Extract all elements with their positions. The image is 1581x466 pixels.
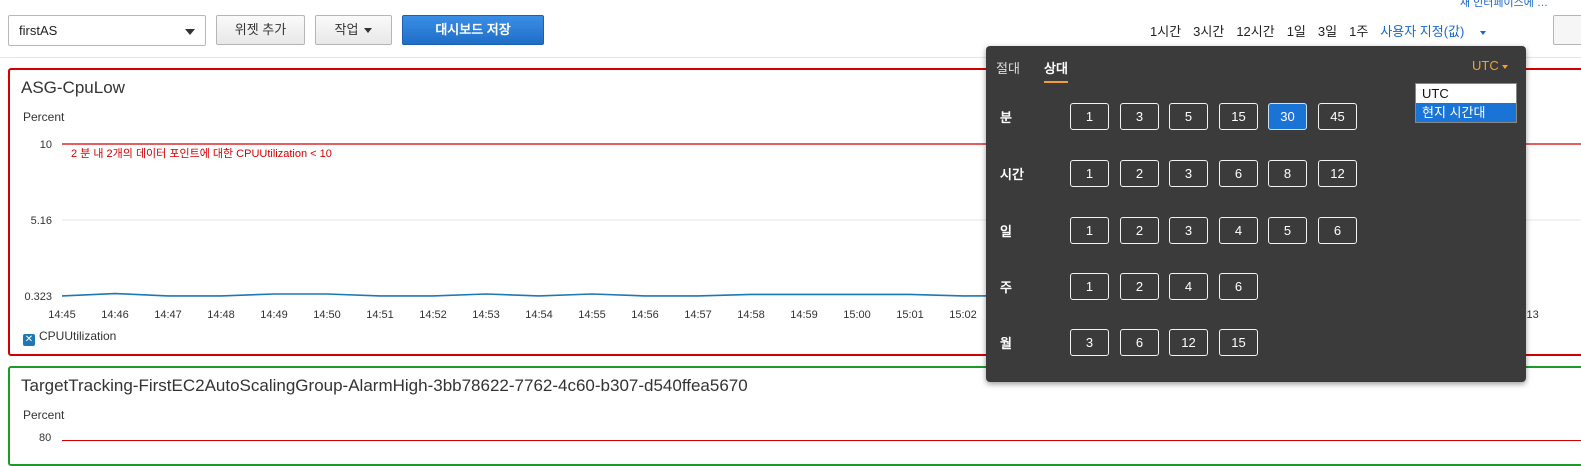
tab-relative[interactable]: 상대 bbox=[1044, 58, 1068, 83]
row-label: 월 bbox=[1000, 336, 1012, 351]
y-tick-label: 80 bbox=[39, 432, 52, 444]
option-button[interactable]: 6 bbox=[1219, 160, 1258, 187]
dashboard-select[interactable]: firstAS bbox=[8, 15, 206, 46]
row-label: 분 bbox=[1000, 110, 1012, 125]
y-tick-label: 5.16 bbox=[31, 215, 52, 227]
y-tick-label: 0.323 bbox=[24, 291, 52, 303]
x-tick-label: 14:47 bbox=[154, 309, 182, 321]
caret-down-icon bbox=[1501, 64, 1508, 69]
custom-range-link[interactable]: 사용자 지정(값) bbox=[1380, 24, 1498, 39]
time-range-links: 1시간 3시간 12시간 1일 3일 1주 사용자 지정(값) bbox=[1150, 21, 1510, 40]
option-button[interactable]: 2 bbox=[1120, 160, 1159, 187]
caret-down-icon bbox=[364, 28, 373, 34]
save-dashboard-button[interactable]: 대시보드 저장 bbox=[402, 15, 544, 45]
range-3h[interactable]: 3시간 bbox=[1193, 24, 1224, 39]
dashboard-select-value: firstAS bbox=[19, 23, 58, 38]
x-tick-label: 14:53 bbox=[472, 309, 500, 321]
option-button[interactable]: 3 bbox=[1070, 329, 1109, 356]
widget-title: TargetTracking-FirstEC2AutoScalingGroup-… bbox=[21, 376, 748, 395]
actions-label: 작업 bbox=[334, 22, 359, 37]
threshold-label: 2 분 내 2개의 데이터 포인트에 대한 CPUUtilization < 1… bbox=[71, 147, 332, 160]
option-button[interactable]: 3 bbox=[1120, 103, 1159, 130]
timezone-option-utc[interactable]: UTC bbox=[1416, 84, 1516, 103]
y-axis-unit: Percent bbox=[23, 408, 65, 422]
timezone-label: UTC bbox=[1472, 58, 1499, 73]
x-icon: ✕ bbox=[23, 334, 35, 346]
range-1h[interactable]: 1시간 bbox=[1150, 24, 1181, 39]
option-button[interactable]: 2 bbox=[1120, 273, 1159, 300]
x-tick-label: 14:54 bbox=[525, 309, 553, 321]
option-button[interactable]: 15 bbox=[1219, 103, 1258, 130]
option-button[interactable]: 5 bbox=[1169, 103, 1208, 130]
time-range-popover: 절대 상대 UTC UTC 현지 시간대 분 1 3 5 15 30 45 시간 1 2 3 6 8 12… bbox=[986, 46, 1526, 382]
x-tick-label: 14:46 bbox=[101, 309, 129, 321]
option-button[interactable]: 5 bbox=[1268, 217, 1307, 244]
x-tick-label: 14:50 bbox=[313, 309, 341, 321]
option-button[interactable]: 1 bbox=[1070, 103, 1109, 130]
chevron-down-icon bbox=[185, 29, 195, 35]
option-button[interactable]: 12 bbox=[1169, 329, 1208, 356]
legend-label: CPUUtilization bbox=[39, 329, 117, 343]
row-label: 일 bbox=[1000, 224, 1012, 239]
option-button[interactable]: 12 bbox=[1318, 160, 1357, 187]
x-tick-label: 15:00 bbox=[843, 309, 871, 321]
option-button[interactable]: 6 bbox=[1120, 329, 1159, 356]
range-1d[interactable]: 1일 bbox=[1287, 24, 1306, 39]
x-tick-label: 14:55 bbox=[578, 309, 606, 321]
new-interface-link[interactable]: 새 인터페이스에 … bbox=[1460, 0, 1548, 10]
y-tick-label: 10 bbox=[40, 139, 52, 151]
option-button[interactable]: 4 bbox=[1219, 217, 1258, 244]
tab-absolute[interactable]: 절대 bbox=[996, 58, 1020, 77]
option-button[interactable]: 4 bbox=[1169, 273, 1208, 300]
x-tick-label: 14:59 bbox=[790, 309, 818, 321]
option-button[interactable]: 1 bbox=[1070, 160, 1109, 187]
option-button[interactable]: 3 bbox=[1169, 160, 1208, 187]
x-tick-label: 14:49 bbox=[260, 309, 288, 321]
option-button[interactable]: 3 bbox=[1169, 217, 1208, 244]
x-tick-label: 14:56 bbox=[631, 309, 659, 321]
legend[interactable]: ✕ CPUUtilization bbox=[23, 329, 116, 346]
timezone-option-local[interactable]: 현지 시간대 bbox=[1416, 103, 1516, 122]
x-tick-label: 15:01 bbox=[896, 309, 924, 321]
timezone-menu: UTC 현지 시간대 bbox=[1415, 83, 1517, 123]
custom-range-label: 사용자 지정(값) bbox=[1380, 24, 1465, 39]
option-button[interactable]: 2 bbox=[1120, 217, 1159, 244]
threshold-line bbox=[62, 440, 1581, 441]
caret-down-icon bbox=[1480, 30, 1487, 35]
actions-button[interactable]: 작업 bbox=[315, 15, 392, 45]
x-tick-label: 14:51 bbox=[366, 309, 394, 321]
option-button[interactable]: 1 bbox=[1070, 273, 1109, 300]
refresh-button[interactable] bbox=[1553, 15, 1581, 45]
x-tick-label: 14:58 bbox=[737, 309, 765, 321]
option-button[interactable]: 15 bbox=[1219, 329, 1258, 356]
range-1w[interactable]: 1주 bbox=[1349, 24, 1368, 39]
x-tick-label: 14:57 bbox=[684, 309, 712, 321]
add-widget-button[interactable]: 위젯 추가 bbox=[216, 15, 305, 45]
timezone-toggle[interactable]: UTC bbox=[1472, 58, 1508, 73]
range-12h[interactable]: 12시간 bbox=[1236, 24, 1274, 39]
x-tick-label: 14:48 bbox=[207, 309, 235, 321]
x-tick-label: 14:45 bbox=[48, 309, 76, 321]
option-button[interactable]: 6 bbox=[1318, 217, 1357, 244]
x-tick-label: 15:02 bbox=[949, 309, 977, 321]
option-button[interactable]: 45 bbox=[1318, 103, 1357, 130]
row-label: 주 bbox=[1000, 280, 1012, 295]
x-tick-label: 14:52 bbox=[419, 309, 447, 321]
range-3d[interactable]: 3일 bbox=[1318, 24, 1337, 39]
option-button[interactable]: 8 bbox=[1268, 160, 1307, 187]
option-button[interactable]: 1 bbox=[1070, 217, 1109, 244]
row-label: 시간 bbox=[1000, 167, 1024, 182]
option-button[interactable]: 6 bbox=[1219, 273, 1258, 300]
option-button[interactable]: 30 bbox=[1268, 103, 1307, 130]
